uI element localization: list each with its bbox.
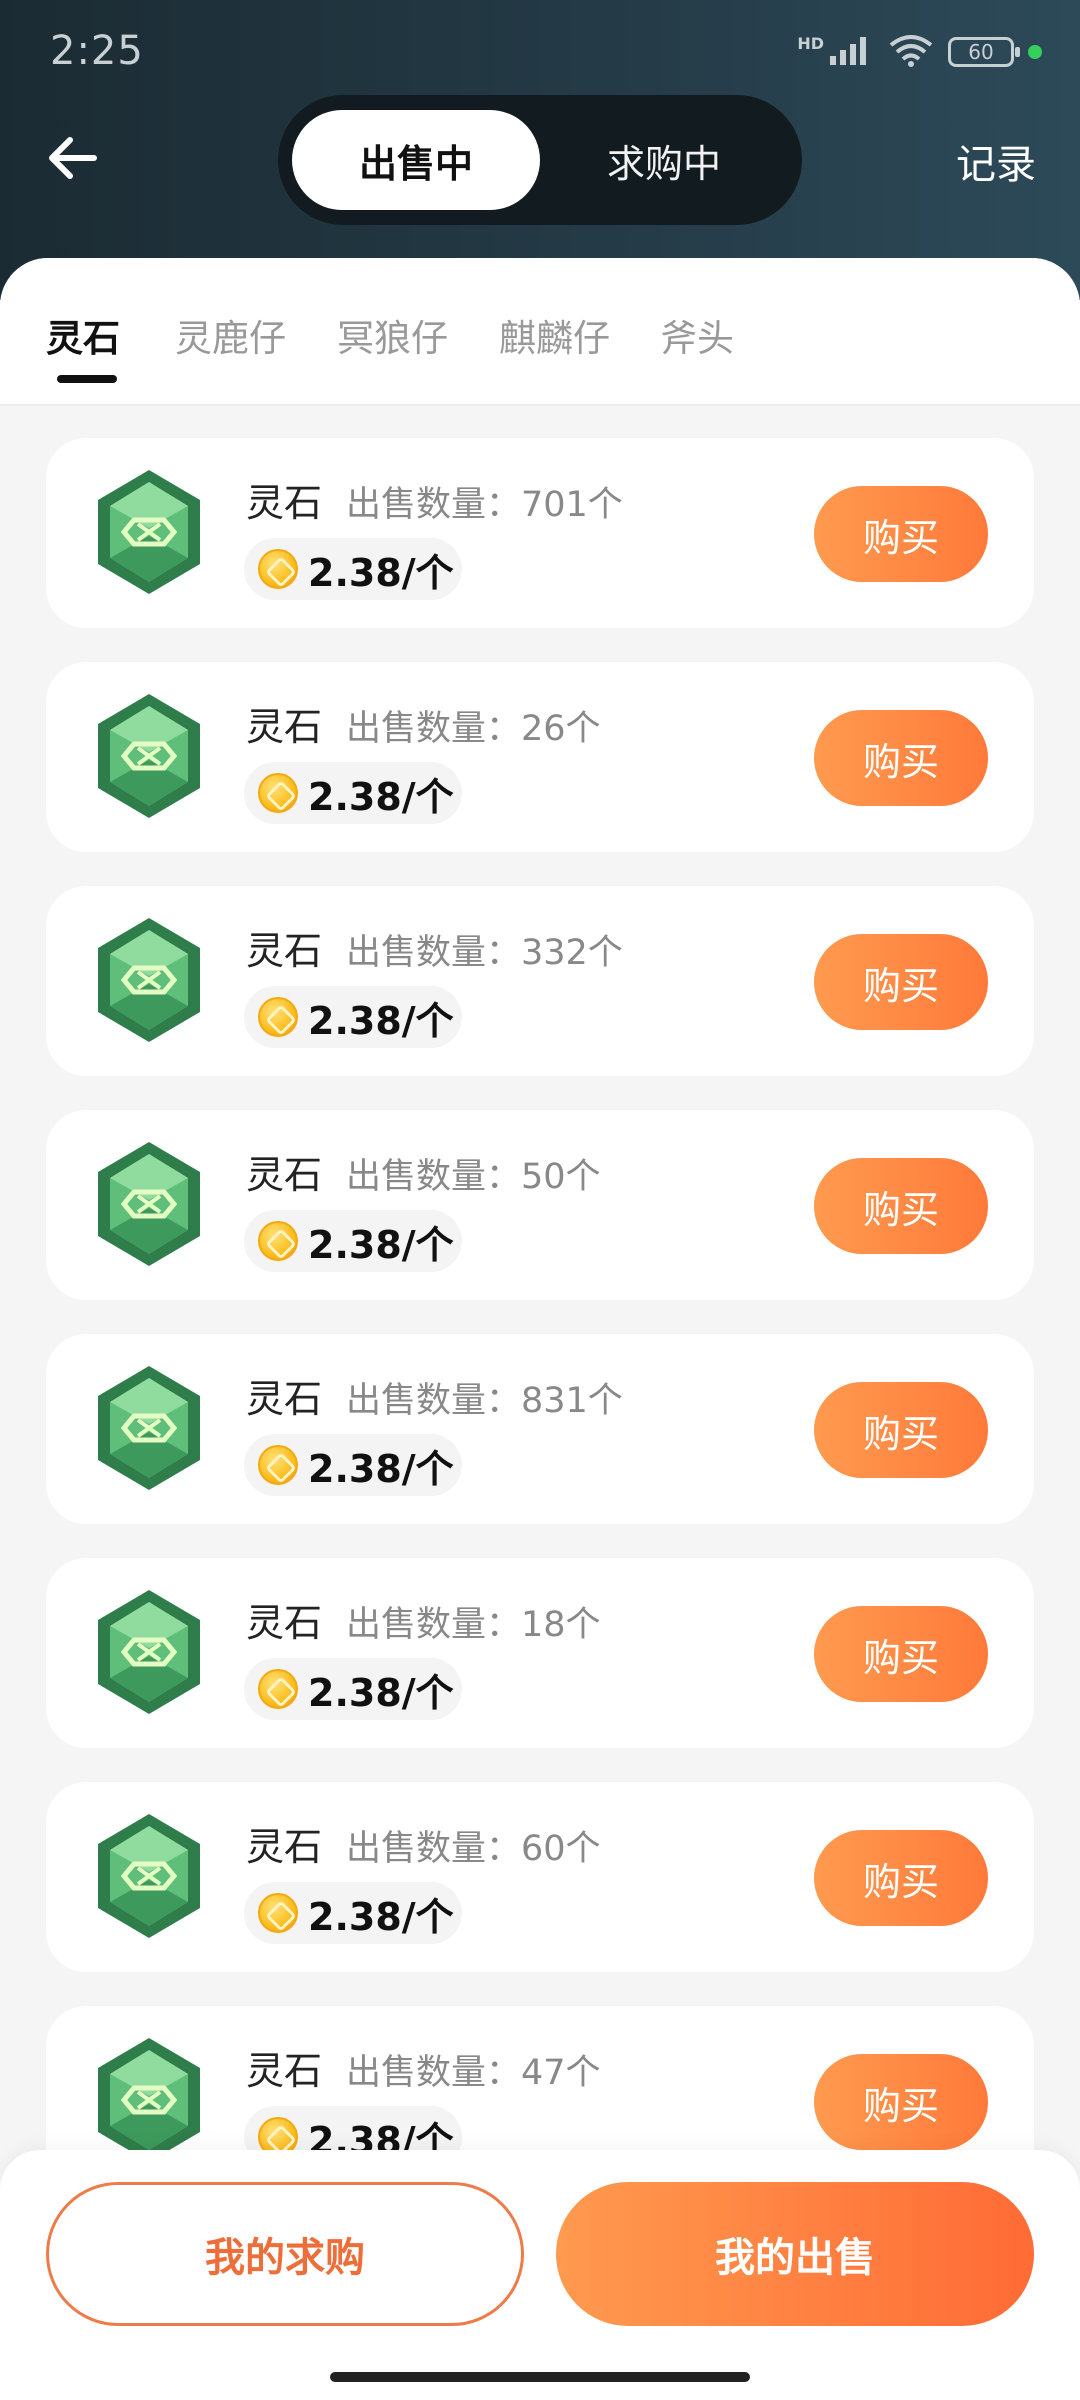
sale-quantity: 出售数量：60个 [346, 1829, 601, 1869]
listing-card: 灵石 出售数量：50个 2.38/个 购买 [46, 1110, 1034, 1300]
spirit-stone-icon [98, 1366, 200, 1490]
buy-button[interactable]: 购买 [814, 934, 988, 1030]
price-pill: 2.38/个 [244, 1210, 462, 1272]
price-pill: 2.38/个 [244, 986, 462, 1048]
price-pill: 2.38/个 [244, 1434, 462, 1496]
listing-card: 灵石 出售数量：26个 2.38/个 购买 [46, 662, 1034, 852]
my-buy-requests-button[interactable]: 我的求购 [46, 2182, 524, 2326]
active-dot [1028, 45, 1042, 59]
unit-price: 2.38/个 [308, 550, 454, 595]
coin-icon [258, 997, 298, 1037]
listing-card: 灵石 出售数量：60个 2.38/个 购买 [46, 1782, 1034, 1972]
item-name: 灵石 [246, 1601, 323, 1645]
status-icons: HD 60 [797, 32, 1042, 72]
header: 2:25 HD 60 出售中 求购中 记录 [0, 0, 1080, 300]
unit-price: 2.38/个 [308, 1670, 454, 1715]
price-pill: 2.38/个 [244, 538, 462, 600]
unit-price: 2.38/个 [308, 1446, 454, 1491]
sale-quantity: 出售数量：50个 [346, 1157, 601, 1197]
category-tabs: 灵石 灵鹿仔 冥狼仔 麒麟仔 斧头 [0, 258, 1080, 406]
item-name: 灵石 [246, 1153, 323, 1197]
category-tab-qilin[interactable]: 麒麟仔 [499, 308, 610, 362]
sale-quantity: 出售数量：47个 [346, 2053, 601, 2093]
status-time: 2:25 [50, 28, 144, 74]
category-tab-lingshi[interactable]: 灵石 [46, 308, 120, 362]
buy-button[interactable]: 购买 [814, 2054, 988, 2150]
unit-price: 2.38/个 [308, 1894, 454, 1939]
bottom-action-bar: 我的求购 我的出售 [0, 2150, 1080, 2400]
spirit-stone-icon [98, 918, 200, 1042]
listing-card: 灵石 出售数量：701个 2.38/个 购买 [46, 438, 1034, 628]
buy-button[interactable]: 购买 [814, 486, 988, 582]
spirit-stone-icon [98, 1590, 200, 1714]
item-name: 灵石 [246, 705, 323, 749]
signal-icon [828, 34, 874, 70]
buy-button[interactable]: 购买 [814, 1606, 988, 1702]
sale-quantity: 出售数量：26个 [346, 709, 601, 749]
coin-icon [258, 773, 298, 813]
buy-button[interactable]: 购买 [814, 1158, 988, 1254]
content-sheet: 灵石 灵鹿仔 冥狼仔 麒麟仔 斧头 灵石 出售数量：701个 2.38/个 购买 [0, 258, 1080, 2400]
tab-buying[interactable]: 求购中 [540, 110, 788, 210]
listing-card: 灵石 出售数量：831个 2.38/个 购买 [46, 1334, 1034, 1524]
coin-icon [258, 1221, 298, 1261]
back-button[interactable] [32, 118, 112, 198]
sale-quantity: 出售数量：18个 [346, 1605, 601, 1645]
item-name: 灵石 [246, 2049, 323, 2093]
unit-price: 2.38/个 [308, 998, 454, 1043]
unit-price: 2.38/个 [308, 1222, 454, 1267]
arrow-left-icon [49, 137, 97, 179]
price-pill: 2.38/个 [244, 762, 462, 824]
spirit-stone-icon [98, 694, 200, 818]
listing-card: 灵石 出售数量：18个 2.38/个 购买 [46, 1558, 1034, 1748]
price-pill: 2.38/个 [244, 1882, 462, 1944]
unit-price: 2.38/个 [308, 774, 454, 819]
buy-button[interactable]: 购买 [814, 1382, 988, 1478]
spirit-stone-icon [98, 2038, 200, 2162]
home-indicator[interactable] [330, 2372, 750, 2382]
item-name: 灵石 [246, 1377, 323, 1421]
item-name: 灵石 [246, 929, 323, 973]
coin-icon [258, 1669, 298, 1709]
tab-selling[interactable]: 出售中 [292, 110, 540, 210]
sale-quantity: 出售数量：831个 [346, 1381, 623, 1421]
coin-icon [258, 1445, 298, 1485]
buy-button[interactable]: 购买 [814, 1830, 988, 1926]
category-tab-minglang[interactable]: 冥狼仔 [337, 308, 448, 362]
category-tab-axe[interactable]: 斧头 [660, 308, 734, 362]
spirit-stone-icon [98, 1814, 200, 1938]
item-name: 灵石 [246, 481, 323, 525]
my-sales-button[interactable]: 我的出售 [556, 2182, 1034, 2326]
category-tab-linglu[interactable]: 灵鹿仔 [175, 308, 286, 362]
wifi-icon [888, 33, 934, 71]
coin-icon [258, 549, 298, 589]
status-bar: 2:25 HD 60 [0, 0, 1080, 110]
sale-buy-toggle: 出售中 求购中 [278, 95, 802, 225]
battery-icon: 60 [948, 37, 1020, 67]
spirit-stone-icon [98, 1142, 200, 1266]
records-link[interactable]: 记录 [956, 132, 1036, 190]
network-type-label: HD [797, 33, 824, 53]
coin-icon [258, 1893, 298, 1933]
sale-quantity: 出售数量：701个 [346, 485, 623, 525]
item-name: 灵石 [246, 1825, 323, 1869]
active-tab-indicator [57, 375, 117, 383]
listing-card: 灵石 出售数量：332个 2.38/个 购买 [46, 886, 1034, 1076]
price-pill: 2.38/个 [244, 1658, 462, 1720]
buy-button[interactable]: 购买 [814, 710, 988, 806]
spirit-stone-icon [98, 470, 200, 594]
sale-quantity: 出售数量：332个 [346, 933, 623, 973]
